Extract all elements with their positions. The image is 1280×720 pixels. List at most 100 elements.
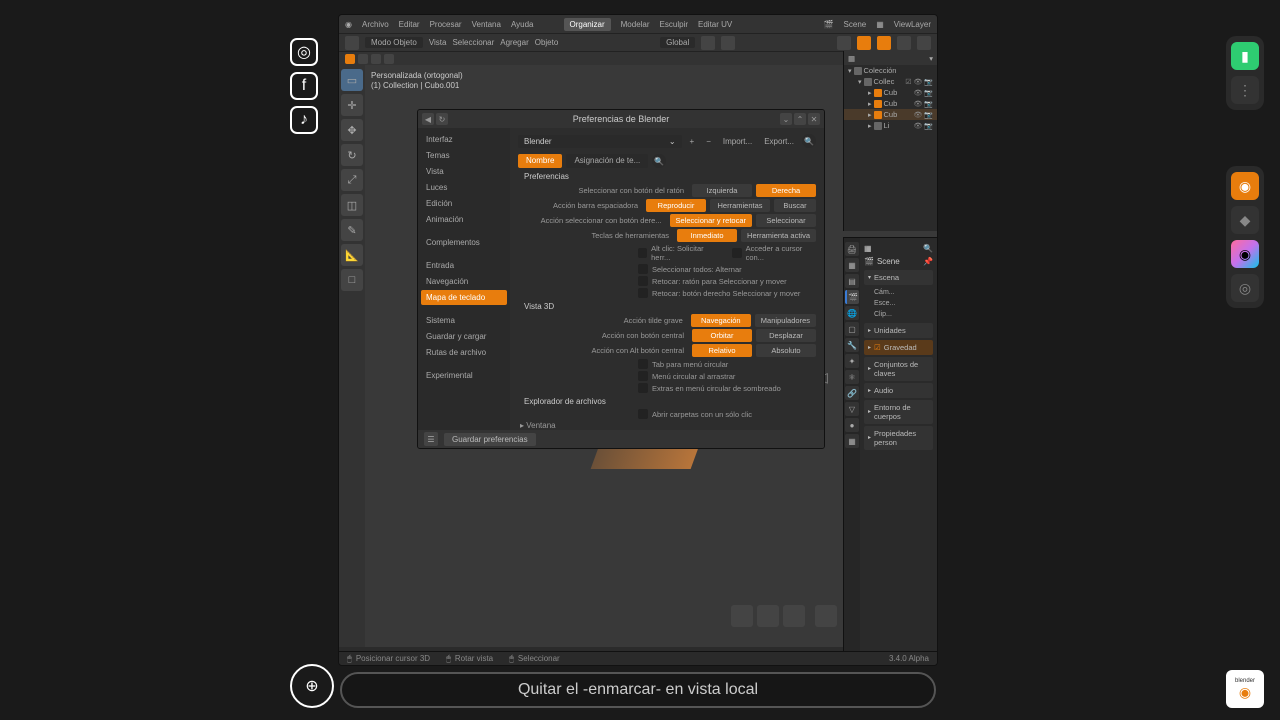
menu-edit[interactable]: Editar (399, 20, 420, 29)
sec-gravedad[interactable]: ▸☑Gravedad (864, 340, 933, 355)
cb-carpetas[interactable] (638, 409, 648, 419)
search-icon[interactable]: 🔍 (923, 244, 933, 253)
mode-dropdown[interactable]: Modo Objeto (365, 37, 423, 48)
proptab-physics[interactable]: ⚛ (845, 370, 859, 384)
menu-window[interactable]: Ventana (472, 20, 501, 29)
tool-scale[interactable]: ⤢ (341, 169, 363, 191)
side-sistema[interactable]: Sistema (421, 313, 507, 328)
side-vista[interactable]: Vista (421, 164, 507, 179)
tab-nombre[interactable]: Nombre (518, 154, 562, 168)
dots-icon[interactable]: ⋮ (1231, 76, 1259, 104)
opt-desplazar[interactable]: Desplazar (756, 329, 816, 342)
back-icon[interactable]: ◀ (422, 113, 434, 125)
opt-derecha[interactable]: Derecha (756, 184, 816, 197)
proportional-icon[interactable] (721, 36, 735, 50)
tiktok-icon[interactable]: ♪ (290, 106, 318, 134)
sec-conjuntos[interactable]: ▸Conjuntos de claves (864, 357, 933, 381)
viewlayer-dropdown[interactable]: ViewLayer (894, 20, 931, 29)
vf1[interactable] (731, 605, 753, 627)
menu-help[interactable]: Ayuda (511, 20, 534, 29)
workspace-edituv[interactable]: Editar UV (698, 20, 732, 29)
tool-measure[interactable]: 📐 (341, 244, 363, 266)
opt-seleccionar[interactable]: Seleccionar (756, 214, 816, 227)
opt-selretocar[interactable]: Seleccionar y retocar (670, 214, 752, 227)
side-complementos[interactable]: Complementos (421, 235, 507, 250)
cb-cursor[interactable] (732, 248, 741, 258)
search-icon2[interactable]: 🔍 (652, 154, 666, 168)
opt-navegacion[interactable]: Navegación (691, 314, 751, 327)
side-navegacion[interactable]: Navegación (421, 274, 507, 289)
cb-retocar1[interactable] (638, 276, 648, 286)
tool-move[interactable]: ✥ (341, 119, 363, 141)
proptab-data[interactable]: ▽ (845, 402, 859, 416)
workspace-model[interactable]: Modelar (621, 20, 650, 29)
menu-process[interactable]: Procesar (430, 20, 462, 29)
sec-escena[interactable]: ▾Escena (864, 270, 933, 285)
max-icon[interactable]: ⌃ (794, 113, 806, 125)
opt-buscar[interactable]: Buscar (774, 199, 816, 212)
cb-extras[interactable] (638, 383, 648, 393)
opt-herramientas[interactable]: Herramientas (710, 199, 770, 212)
shading2-icon[interactable] (897, 36, 911, 50)
hs2[interactable] (358, 54, 368, 64)
side-luces[interactable]: Luces (421, 180, 507, 195)
hs3[interactable] (371, 54, 381, 64)
opt-herractiva[interactable]: Herramienta activa (741, 229, 816, 242)
outliner-type-icon[interactable]: ▦ (848, 54, 855, 63)
tool-transform[interactable]: ◫ (341, 194, 363, 216)
xray-icon[interactable] (857, 36, 871, 50)
proptab-texture[interactable]: ▦ (845, 434, 859, 448)
side-experimental[interactable]: Experimental (421, 368, 507, 383)
facebook-icon[interactable]: f (290, 72, 318, 100)
opt-inmediato[interactable]: Inmediato (677, 229, 737, 242)
side-guardar[interactable]: Guardar y cargar (421, 329, 507, 344)
proptab-scene[interactable]: 🎬 (845, 290, 859, 304)
close-icon[interactable]: ✕ (808, 113, 820, 125)
cb-seltodos[interactable] (638, 264, 648, 274)
snap-icon[interactable] (701, 36, 715, 50)
outliner-collection[interactable]: ▾Colección (844, 65, 937, 76)
hs1[interactable] (345, 54, 355, 64)
min-icon[interactable]: ⌄ (780, 113, 792, 125)
cb-tab[interactable] (638, 359, 648, 369)
remove-preset[interactable]: − (702, 135, 715, 148)
side-edicion[interactable]: Edición (421, 196, 507, 211)
proptab-object[interactable]: ▢ (845, 322, 859, 336)
tool-addcube[interactable]: □ (341, 269, 363, 291)
opt-reproducir[interactable]: Reproducir (646, 199, 706, 212)
opt-manipuladores[interactable]: Manipuladores (755, 314, 816, 327)
sec-audio[interactable]: ▸Audio (864, 383, 933, 398)
add-preset[interactable]: + (686, 135, 699, 148)
shading3-icon[interactable] (917, 36, 931, 50)
shading1-icon[interactable] (877, 36, 891, 50)
import-preset[interactable]: Import... (719, 135, 756, 148)
proptab-constraint[interactable]: 🔗 (845, 386, 859, 400)
sec-unidades[interactable]: ▸Unidades (864, 323, 933, 338)
menu-object[interactable]: Objeto (535, 38, 559, 47)
search-icon[interactable]: 🔍 (802, 134, 816, 148)
stats-icon[interactable]: ▮ (1231, 42, 1259, 70)
proptab-material[interactable]: ● (845, 418, 859, 432)
proptab-particles[interactable]: ✦ (845, 354, 859, 368)
keymap-preset-dropdown[interactable]: Blender⌄ (518, 135, 682, 148)
vf2[interactable] (757, 605, 779, 627)
orientation-dropdown[interactable]: Global (660, 37, 695, 48)
cb-altclic[interactable] (638, 248, 647, 258)
colorwheel-icon[interactable]: ◉ (1231, 240, 1259, 268)
editor-type-icon[interactable] (345, 36, 359, 50)
pin-icon[interactable]: 📌 (923, 257, 933, 266)
side-animacion[interactable]: Animación (421, 212, 507, 227)
instagram-icon[interactable]: ◎ (290, 38, 318, 66)
opt-relativo[interactable]: Relativo (692, 344, 752, 357)
outliner-cubo1[interactable]: ▸Cub👁 📷 (844, 87, 937, 98)
sec-person[interactable]: ▸Propiedades person (864, 426, 933, 450)
obs-icon[interactable]: ◎ (1231, 274, 1259, 302)
side-temas[interactable]: Temas (421, 148, 507, 163)
overlay-icon[interactable] (837, 36, 851, 50)
refresh-icon[interactable]: ↻ (436, 113, 448, 125)
menu-view[interactable]: Vista (429, 38, 447, 47)
cb-circular[interactable] (638, 371, 648, 381)
side-rutas[interactable]: Rutas de archivo (421, 345, 507, 360)
filter-icon[interactable]: ▾ (929, 54, 933, 63)
proptab-modifier[interactable]: 🔧 (845, 338, 859, 352)
